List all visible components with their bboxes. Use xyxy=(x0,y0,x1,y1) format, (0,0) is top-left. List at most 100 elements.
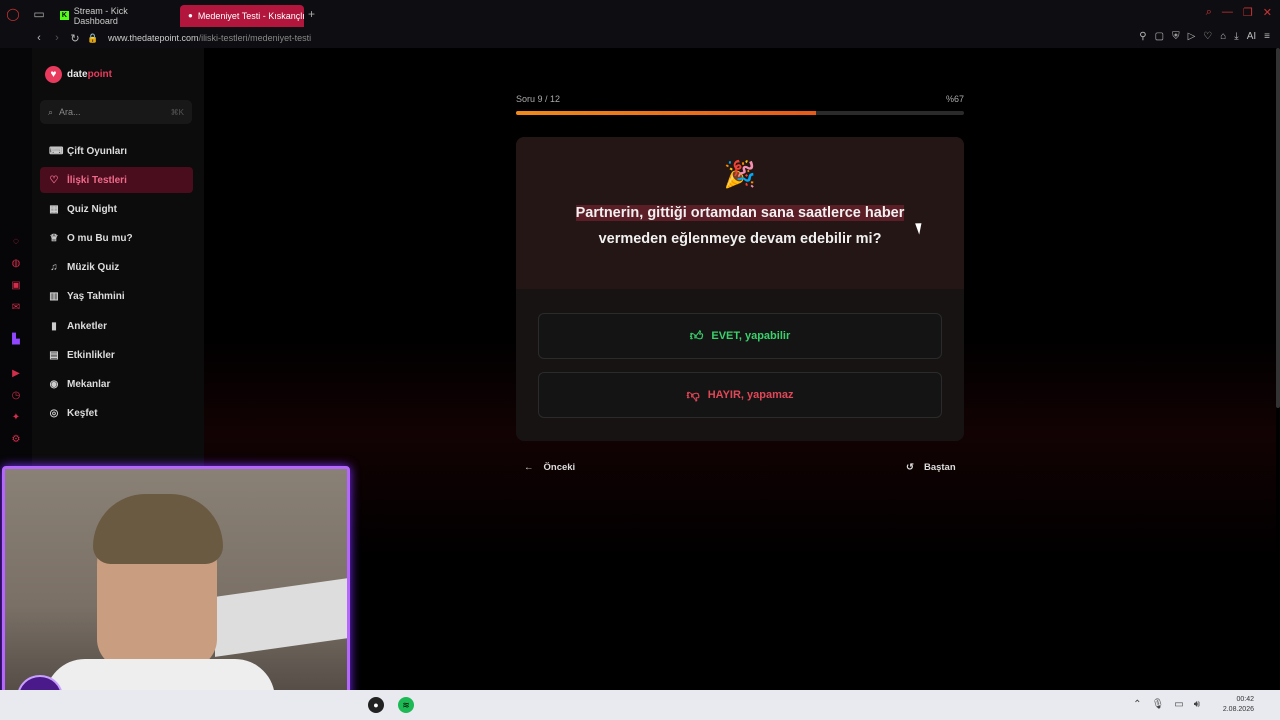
sidebar-item-label: O mu Bu mu? xyxy=(67,233,133,245)
sidebar-item-3[interactable]: ♕ O mu Bu mu? xyxy=(40,226,193,252)
previous-button[interactable]: ← Önceki xyxy=(524,462,575,473)
bookmark-icon[interactable]: ▢ xyxy=(1155,31,1164,42)
search-placeholder: Ara... xyxy=(59,107,81,117)
bar-chart-icon: ▮ xyxy=(51,320,57,332)
heart-icon: ♡ xyxy=(49,174,59,186)
sidebar-item-label: Keşfet xyxy=(67,408,98,420)
headphones-icon: ♫ xyxy=(50,262,58,274)
opera-logo-icon[interactable]: ◯ xyxy=(0,0,26,28)
play-icon[interactable]: ▷ xyxy=(1188,31,1196,42)
sidebar-item-label: İlişki Testleri xyxy=(67,174,127,186)
party-popper-icon: 🎉 xyxy=(723,159,757,189)
thumbs-down-icon: 👎︎ xyxy=(686,387,700,402)
forward-icon[interactable]: › xyxy=(48,32,66,44)
thumbs-up-icon: 👍︎ xyxy=(689,328,704,343)
new-tab-icon[interactable]: + xyxy=(308,7,315,21)
chevron-up-icon[interactable]: ⌃ xyxy=(1133,699,1141,710)
back-icon[interactable]: ‹ xyxy=(30,32,48,44)
sidebar-item-5[interactable]: ▥ Yaş Tahmini xyxy=(40,284,193,310)
heart-icon[interactable]: ♡ xyxy=(1203,31,1212,42)
site-sidebar: ♥ datepoint ⌕ Ara... ⌘K ⌨ Çift Oyunları ♡ İ… xyxy=(32,48,204,468)
answer-no-button[interactable]: 👎︎ HAYIR, yapamaz xyxy=(538,372,942,418)
restart-button[interactable]: ↺ Baştan xyxy=(906,462,956,473)
player-icon[interactable]: ▶ xyxy=(10,368,22,380)
sidebar-item-8[interactable]: ◉ Mekanlar xyxy=(40,372,193,398)
tab-medeniyet-testi[interactable]: ● Medeniyet Testi - Kıskançlı xyxy=(180,4,304,27)
heart-logo-icon: ♥ xyxy=(45,66,62,83)
search-input[interactable]: ⌕ Ara... ⌘K xyxy=(40,100,192,124)
webcam-overlay: miay ◈ xyxy=(2,466,350,720)
sidebar-item-label: Yaş Tahmini xyxy=(67,291,125,303)
mail-icon[interactable]: ✉ xyxy=(10,302,22,314)
ruler-icon: ▥ xyxy=(49,291,59,303)
maximize-icon[interactable]: ❐ xyxy=(1243,6,1253,19)
sidebar-item-label: Anketler xyxy=(67,320,108,332)
kick-favicon-icon: K xyxy=(60,11,69,20)
tab-list-icon[interactable]: ▭ xyxy=(26,0,52,28)
close-icon[interactable]: ✕ xyxy=(1263,6,1272,19)
trophy-icon: ♕ xyxy=(49,233,59,245)
progress-bar xyxy=(516,111,964,115)
reload-icon[interactable]: ↻ xyxy=(66,32,84,45)
display-icon[interactable]: ▭ xyxy=(1174,699,1183,710)
nav-menu: ⌨ Çift Oyunları ♡ İlişki Testleri ▦ Quiz Nigh… xyxy=(40,138,193,430)
obs-icon[interactable]: ● xyxy=(368,697,384,713)
spotify-icon[interactable]: ≋ xyxy=(398,697,414,713)
calendar-icon: ▤ xyxy=(49,349,59,361)
twitch-icon[interactable]: ▙ xyxy=(10,334,22,346)
whatsapp-icon[interactable]: ◍ xyxy=(10,258,22,270)
arrow-left-icon: ← xyxy=(524,462,534,473)
sidebar-item-4[interactable]: ♫ Müzik Quiz xyxy=(40,255,193,281)
sidebar-item-0[interactable]: ⌨ Çift Oyunları xyxy=(40,138,193,164)
answer-yes-button[interactable]: 👍︎ EVET, yapabilir xyxy=(538,313,942,359)
volume-icon[interactable]: 🔊︎ xyxy=(1194,699,1200,710)
tab-label: Medeniyet Testi - Kıskançlı xyxy=(197,10,304,21)
tab-kick-dashboard[interactable]: K Stream - Kick Dashboard xyxy=(52,5,180,27)
microphone-icon[interactable]: 🎙︎ xyxy=(1152,699,1165,710)
ai-button[interactable]: AI xyxy=(1247,31,1256,42)
shield-icon[interactable]: ⛨ xyxy=(1172,31,1180,42)
datepoint-logo[interactable]: ♥ datepoint xyxy=(45,66,112,83)
search-tabs-icon[interactable]: ⌕ xyxy=(1206,6,1212,19)
tab-label: Stream - Kick Dashboard xyxy=(73,5,128,26)
account-icon[interactable]: ⌂ xyxy=(1220,31,1226,42)
grid-icon: ▦ xyxy=(49,203,59,215)
lock-icon: 🔒 xyxy=(87,32,99,43)
menu-icon[interactable]: ≡ xyxy=(1264,31,1270,42)
sidebar-item-6[interactable]: ▮ Anketler xyxy=(40,313,193,339)
sidebar-item-2[interactable]: ▦ Quiz Night xyxy=(40,196,193,222)
progress-percent: %67 xyxy=(946,94,965,104)
sidebar-item-label: Mekanlar xyxy=(67,379,111,390)
browser-tab-bar: ◯ ▭ K Stream - Kick Dashboard ● Medeniye… xyxy=(0,0,1280,28)
pin-icon[interactable]: ⚲ xyxy=(1139,31,1146,42)
os-taskbar: ● ≋ ⌃ 🎙︎ ▭ 🔊︎ 00:42 2.08.2026 xyxy=(0,690,1280,720)
history-icon[interactable]: ◷ xyxy=(10,390,22,402)
progress-fill xyxy=(516,111,817,115)
clock[interactable]: 00:42 2.08.2026 xyxy=(1223,695,1254,715)
question-card: 🎉 Partnerin, gittiği ortamdan sana saatl… xyxy=(516,137,964,441)
compass-icon: ◎ xyxy=(49,408,59,420)
main-content: Soru 9 / 12 %67 🎉 Partnerin, gittiği ort… xyxy=(204,48,1276,690)
restart-icon: ↺ xyxy=(906,462,914,473)
sidebar-item-9[interactable]: ◎ Keşfet xyxy=(40,401,193,427)
settings-icon[interactable]: ⚙ xyxy=(10,434,22,446)
sidebar-item-7[interactable]: ▤ Etkinlikler xyxy=(40,342,193,368)
minimize-icon[interactable]: — xyxy=(1222,6,1233,19)
sidebar-item-label: Müzik Quiz xyxy=(67,262,120,274)
sidebar-item-1[interactable]: ♡ İlişki Testleri xyxy=(40,167,193,194)
gamepad-icon: ⌨ xyxy=(49,145,64,157)
download-icon[interactable]: ⤓ xyxy=(1234,31,1238,42)
question-text: Partnerin, gittiği ortamdan sana saatler… xyxy=(575,205,905,247)
search-icon: ⌕ xyxy=(48,106,54,117)
sidebar-item-label: Çift Oyunları xyxy=(67,145,128,157)
address-bar: ‹ › ↻ 🔒 www.thedatepoint.com/iliski-test… xyxy=(0,28,1280,48)
progress-label: Soru 9 / 12 xyxy=(516,94,561,104)
url-field[interactable]: www.thedatepoint.com/iliski-testleri/med… xyxy=(108,33,311,43)
page-scrollbar[interactable] xyxy=(1276,48,1280,408)
opera-sidebar: ◌ ◍ ▣ ✉ ▙ ▶ ◷ ✦ ⚙ xyxy=(0,48,32,468)
datepoint-favicon-icon: ● xyxy=(188,11,193,20)
instagram-icon[interactable]: ▣ xyxy=(10,280,22,292)
sidebar-item-label: Quiz Night xyxy=(67,203,117,215)
extensions-icon[interactable]: ✦ xyxy=(10,412,22,424)
messenger-icon[interactable]: ◌ xyxy=(10,236,22,248)
